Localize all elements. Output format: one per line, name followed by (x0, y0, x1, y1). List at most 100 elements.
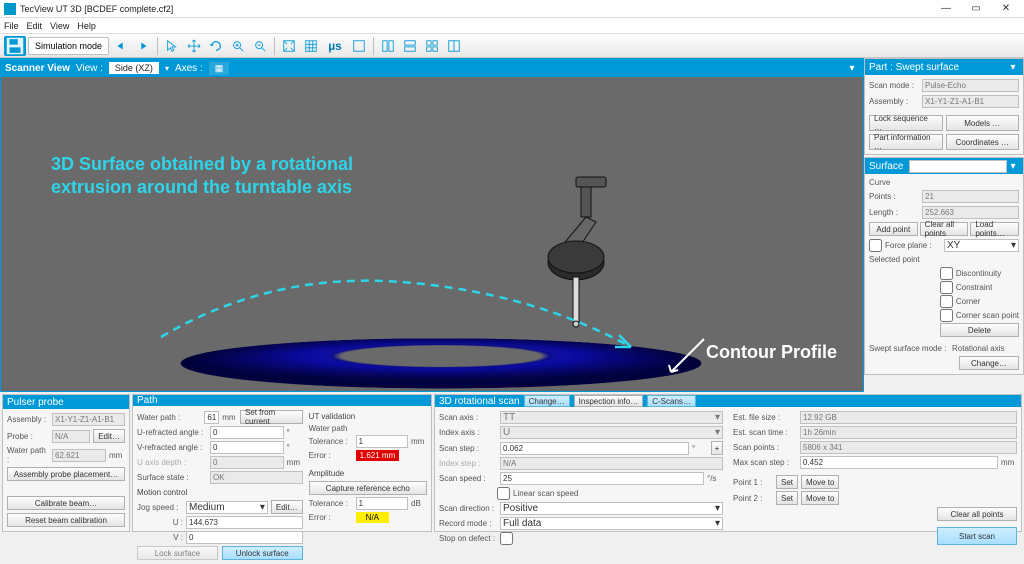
start-scan-button[interactable]: Start scan (937, 527, 1017, 545)
jog-speed-select[interactable]: Medium▾ (186, 501, 268, 514)
point1-move-button[interactable]: Move to (801, 475, 839, 489)
panel-collapse-icon[interactable]: ▾ (845, 63, 859, 74)
change-mode-button[interactable]: Change… (959, 356, 1019, 370)
scanner-view-header: Scanner View View : Side (XZ) ▾ Axes : ▦… (1, 59, 863, 77)
bottom-panels-row: Pulser probe Assembly :X1-Y1-Z1-A1-B1 Pr… (0, 392, 1024, 532)
curve-label: Curve (869, 178, 1019, 187)
force-plane-select[interactable]: XY▾ (944, 239, 1019, 252)
load-points-button[interactable]: Load points… (970, 222, 1019, 236)
point1-label: Point 1 : (733, 478, 773, 487)
path-wp-input[interactable]: 61 (204, 411, 219, 424)
view-tab-side-xz[interactable]: Side (XZ) (109, 62, 159, 74)
models-button[interactable]: Models … (946, 115, 1020, 131)
discontinuity-checkbox[interactable] (940, 267, 953, 280)
index-axis-select[interactable]: U▾ (500, 426, 723, 439)
scan-speed-input[interactable]: 25 (500, 472, 704, 485)
u-input[interactable]: 144.673 (186, 516, 303, 529)
tolerance-input[interactable]: 1 (356, 435, 408, 448)
linear-speed-checkbox[interactable] (497, 487, 510, 500)
redo-button[interactable] (133, 36, 153, 56)
inspection-info-tab[interactable]: Inspection info… (574, 395, 644, 407)
point1-set-button[interactable]: Set (776, 475, 798, 489)
pulser-edit-button[interactable]: Edit… (93, 429, 125, 443)
add-point-button[interactable]: Add point (869, 222, 918, 236)
window-maximize[interactable]: ▭ (962, 2, 990, 16)
change-tab[interactable]: Change… (524, 395, 570, 407)
part-panel: Part : Swept surface▾ Scan mode :Pulse-E… (864, 58, 1024, 155)
view-opt-1-button[interactable] (349, 36, 369, 56)
scan-direction-select[interactable]: Positive▾ (500, 502, 723, 515)
simulation-mode-pill[interactable]: Simulation mode (28, 37, 109, 55)
surface-side-select[interactable]: Side A▾ (909, 160, 1007, 173)
point2-move-button[interactable]: Move to (801, 491, 839, 505)
rotation-arrow-annotation (151, 267, 651, 367)
ut-validation-title: UT validation (309, 412, 427, 421)
capture-echo-button[interactable]: Capture reference echo (309, 481, 427, 495)
undo-button[interactable] (111, 36, 131, 56)
delete-point-button[interactable]: Delete (940, 323, 1019, 337)
v-refracted-input[interactable]: 0 (210, 441, 284, 454)
clear-all-points-button[interactable]: Clear all points (937, 507, 1017, 521)
probe-placement-button[interactable]: Assembly probe placement… (7, 467, 125, 481)
menu-help[interactable]: Help (77, 21, 96, 31)
record-mode-select[interactable]: Full data▾ (500, 517, 723, 530)
layout-3-button[interactable] (422, 36, 442, 56)
point2-set-button[interactable]: Set (776, 491, 798, 505)
window-minimize[interactable]: — (932, 2, 960, 16)
pulser-assembly-label: Assembly : (7, 415, 49, 424)
lock-surface-button[interactable]: Lock surface (137, 546, 218, 560)
chevron-down-icon[interactable]: ▾ (1007, 62, 1019, 73)
save-button[interactable] (4, 36, 26, 56)
step-plus-button[interactable]: + (711, 441, 723, 455)
lock-sequence-button[interactable]: Lock sequence … (869, 115, 943, 131)
axes-button[interactable]: ▦ (209, 62, 230, 75)
scan-step-input[interactable]: 0.062 (500, 442, 689, 455)
microseconds-button[interactable]: µs (323, 36, 347, 56)
v-refracted-label: V-refracted angle : (137, 443, 207, 452)
scanner-3d-viewport[interactable]: 3D Surface obtained by a rotational extr… (1, 77, 863, 391)
calibrate-beam-button[interactable]: Calibrate beam… (7, 496, 125, 510)
rotate-tool[interactable] (206, 36, 226, 56)
clear-points-button[interactable]: Clear all points (920, 222, 969, 236)
zoom-in-tool[interactable] (228, 36, 248, 56)
layout-2-button[interactable] (400, 36, 420, 56)
scanner-view-title: Scanner View (5, 63, 70, 74)
corner-scan-point-checkbox[interactable] (940, 309, 953, 322)
u-label: U : (137, 518, 183, 527)
cscans-tab[interactable]: C-Scans… (647, 395, 696, 407)
pointer-tool[interactable] (162, 36, 182, 56)
grid-tool[interactable] (301, 36, 321, 56)
menu-view[interactable]: View (50, 21, 69, 31)
u-refracted-input[interactable]: 0 (210, 426, 284, 439)
force-plane-label: Force plane : (885, 241, 941, 250)
reset-calibration-button[interactable]: Reset beam calibration (7, 513, 125, 527)
move-tool[interactable] (184, 36, 204, 56)
window-close[interactable]: ✕ (992, 2, 1020, 16)
stop-on-defect-checkbox[interactable] (500, 532, 513, 545)
menu-edit[interactable]: Edit (27, 21, 43, 31)
force-plane-checkbox[interactable] (869, 239, 882, 252)
menu-file[interactable]: File (4, 21, 19, 31)
part-info-button[interactable]: Part information … (869, 134, 943, 150)
est-size-field: 12.92 GB (800, 411, 1017, 424)
constraint-checkbox[interactable] (940, 281, 953, 294)
max-step-label: Max scan step : (733, 458, 797, 467)
scan-axis-select[interactable]: TT▾ (500, 411, 723, 424)
set-from-current-button[interactable]: Set from current (240, 410, 303, 424)
corner-checkbox[interactable] (940, 295, 953, 308)
jog-edit-button[interactable]: Edit… (271, 500, 303, 514)
coordinates-button[interactable]: Coordinates … (946, 134, 1020, 150)
tolerance2-input[interactable]: 1 (356, 497, 408, 510)
chevron-down-icon[interactable]: ▾ (1007, 161, 1019, 172)
max-step-input[interactable]: 0.452 (800, 456, 998, 469)
unlock-surface-button[interactable]: Unlock surface (222, 546, 303, 560)
ut-wp-label: Water path (309, 424, 427, 433)
constraint-label: Constraint (956, 283, 992, 292)
right-sidebar: Part : Swept surface▾ Scan mode :Pulse-E… (864, 58, 1024, 392)
tolerance-label: Tolerance : (309, 437, 353, 446)
fit-view-tool[interactable] (279, 36, 299, 56)
layout-1-button[interactable] (378, 36, 398, 56)
zoom-out-tool[interactable] (250, 36, 270, 56)
layout-4-button[interactable] (444, 36, 464, 56)
v-input[interactable]: 0 (186, 531, 303, 544)
